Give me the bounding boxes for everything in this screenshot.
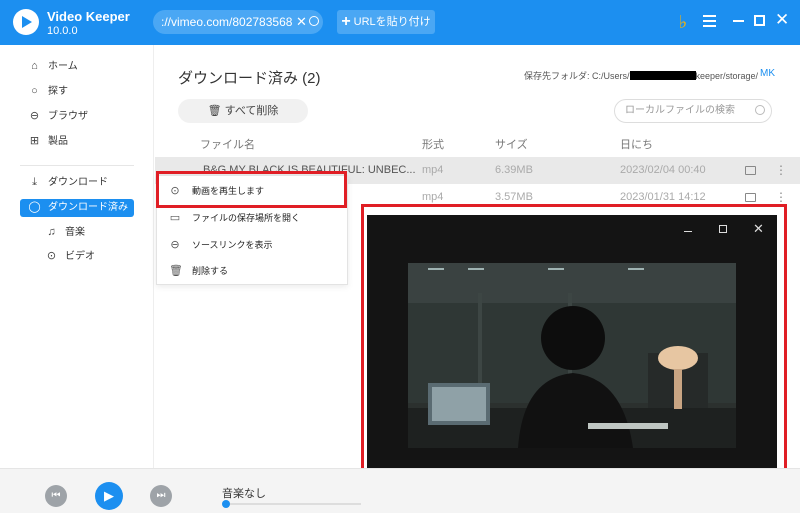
highlight-frame xyxy=(361,204,787,510)
sidebar-item-label: ブラウザ xyxy=(48,111,88,122)
sidebar-item-label: ホーム xyxy=(48,61,78,72)
column-header-format[interactable]: 形式 xyxy=(422,136,444,152)
search-icon: ○ xyxy=(31,85,38,97)
sidebar-item-label: ダウンロード済み xyxy=(48,202,128,213)
play-icon: ▶ xyxy=(104,488,114,503)
sidebar-item-label: 探す xyxy=(48,86,68,97)
sidebar-item-music[interactable]: ♫ 音楽 xyxy=(20,224,134,242)
home-icon: ⌂ xyxy=(31,60,38,72)
check-circle-icon: ◯ xyxy=(28,201,41,213)
sidebar-item-label: 音楽 xyxy=(65,227,85,238)
track-title: 音楽なし xyxy=(222,488,266,500)
title-bar: Video Keeper 10.0.0 ://vimeo.com/8027835… xyxy=(0,0,800,45)
trash-icon: 🗑 xyxy=(169,265,183,277)
menu-item-delete[interactable]: 🗑 削除する xyxy=(157,258,347,284)
sidebar-item-search[interactable]: ○ 探す xyxy=(20,83,134,101)
key-icon[interactable]: ♭ xyxy=(673,12,693,32)
minimize-icon[interactable] xyxy=(733,20,744,22)
file-format: mp4 xyxy=(422,164,444,176)
next-button[interactable]: ⏭ xyxy=(150,485,172,507)
search-icon[interactable] xyxy=(755,105,765,115)
sidebar-item-video[interactable]: ⊙ ビデオ xyxy=(20,248,134,266)
progress-handle[interactable] xyxy=(222,500,230,508)
menu-item-label: ファイルの保存場所を開く xyxy=(192,213,301,223)
close-icon[interactable]: ✕ xyxy=(775,10,789,30)
grid-icon: ⊞ xyxy=(29,135,40,147)
page-title: ダウンロード済み (2) xyxy=(178,70,321,87)
previous-icon: ⏮ xyxy=(51,490,61,501)
redacted-block xyxy=(629,71,696,80)
folder-icon[interactable] xyxy=(745,193,756,202)
sidebar-item-download[interactable]: ⤓ ダウンロード xyxy=(20,174,134,192)
clear-url-icon[interactable]: ✕ xyxy=(296,14,307,30)
music-icon: ♫ xyxy=(47,226,56,238)
delete-all-button[interactable]: 🗑 すべて削除 xyxy=(178,99,308,123)
maximize-icon[interactable] xyxy=(754,15,765,26)
sidebar-item-label: 製品 xyxy=(48,136,68,147)
link-icon: ⊖ xyxy=(170,239,180,251)
storage-path-suffix: keeper/storage/ xyxy=(695,71,759,81)
mk-link[interactable]: MK xyxy=(760,68,775,79)
column-header-size[interactable]: サイズ xyxy=(495,136,528,152)
more-options-icon[interactable]: ⋮ xyxy=(775,157,787,184)
storage-path-prefix: 保存先フォルダ: C:/Users/ xyxy=(524,71,630,81)
highlight-frame xyxy=(156,171,347,208)
app-logo-icon xyxy=(13,9,39,35)
hamburger-menu-icon[interactable] xyxy=(703,15,716,27)
menu-item-open-folder[interactable]: ▭ ファイルの保存場所を開く xyxy=(157,205,347,231)
download-icon: ⤓ xyxy=(32,176,37,188)
previous-button[interactable]: ⏮ xyxy=(45,485,67,507)
plus-icon: + xyxy=(341,13,351,30)
next-icon: ⏭ xyxy=(156,490,166,501)
paste-url-label: URLを貼り付け xyxy=(353,16,431,28)
folder-icon[interactable] xyxy=(745,166,756,175)
local-search-input[interactable]: ローカルファイルの検索 xyxy=(614,99,772,123)
app-version: 10.0.0 xyxy=(47,25,78,37)
url-search-icon[interactable] xyxy=(309,16,319,26)
menu-item-show-source-link[interactable]: ⊖ ソースリンクを表示 xyxy=(157,232,347,258)
sidebar-item-label: ダウンロード xyxy=(48,177,108,188)
trash-icon: 🗑 xyxy=(207,105,222,117)
app-name: Video Keeper xyxy=(47,9,130,24)
delete-all-label: すべて削除 xyxy=(224,105,279,117)
menu-item-label: 削除する xyxy=(192,266,229,276)
storage-path: 保存先フォルダ: C:/Users/keeper/storage/ xyxy=(524,69,758,82)
paste-url-button[interactable]: + URLを貼り付け xyxy=(337,10,435,34)
sidebar-item-browser[interactable]: ⊖ ブラウザ xyxy=(20,108,134,126)
sidebar: ⌂ ホーム ○ 探す ⊖ ブラウザ ⊞ 製品 ⤓ ダウンロード ◯ ダウンロード済み ♫ 音楽… xyxy=(0,45,154,468)
column-header-date[interactable]: 日にち xyxy=(620,136,653,152)
sidebar-item-products[interactable]: ⊞ 製品 xyxy=(20,133,134,151)
sidebar-item-home[interactable]: ⌂ ホーム xyxy=(20,58,134,76)
file-size: 6.39MB xyxy=(495,164,533,176)
progress-track[interactable] xyxy=(225,503,361,505)
sidebar-item-downloaded[interactable]: ◯ ダウンロード済み xyxy=(20,199,134,217)
sidebar-divider xyxy=(20,165,134,166)
player-bar: ⏮ ▶ ⏭ 音楽なし xyxy=(0,468,800,513)
menu-item-label: ソースリンクを表示 xyxy=(192,240,273,250)
column-header-filename[interactable]: ファイル名 xyxy=(200,136,255,152)
globe-icon: ⊖ xyxy=(29,110,40,122)
folder-icon: ▭ xyxy=(169,212,181,224)
file-date: 2023/02/04 00:40 xyxy=(620,164,706,176)
play-button[interactable]: ▶ xyxy=(95,482,123,510)
video-play-icon: ⊙ xyxy=(46,250,57,262)
sidebar-item-label: ビデオ xyxy=(65,251,95,262)
